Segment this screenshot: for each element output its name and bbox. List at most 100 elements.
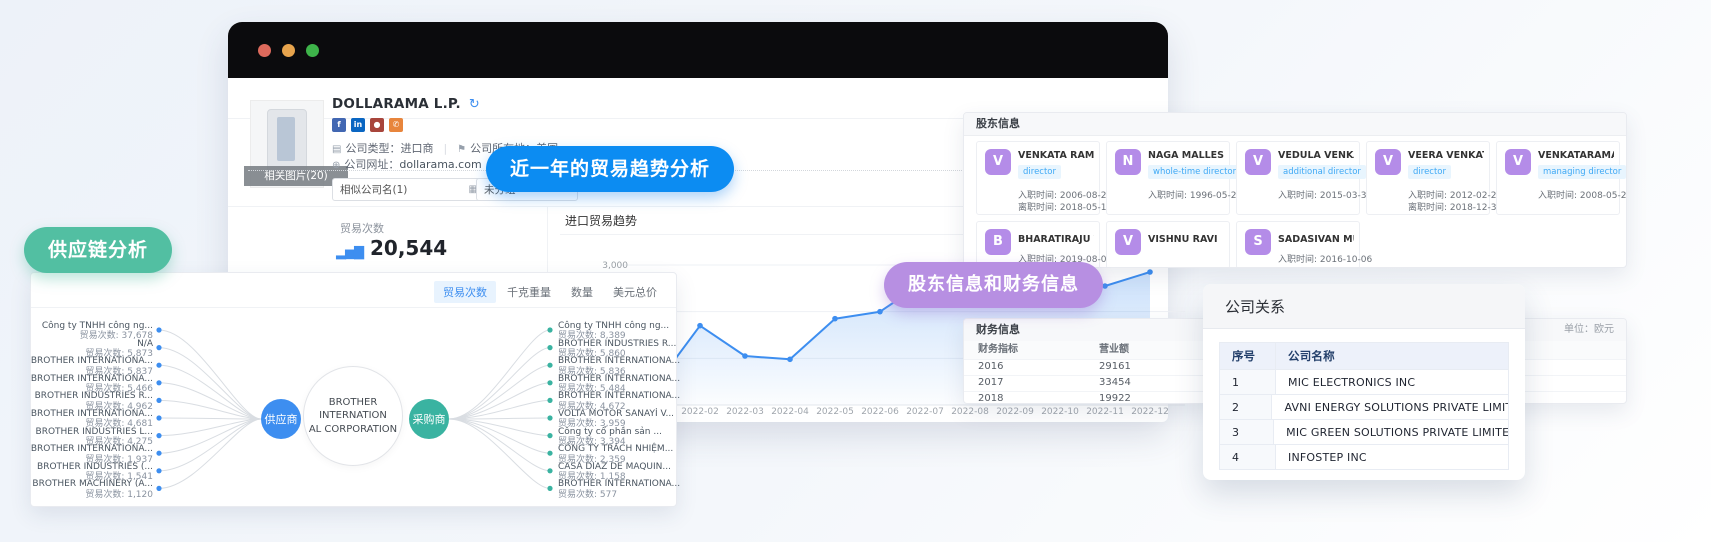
shareholder-name: VISHNU RAVI xyxy=(1148,234,1224,245)
data-point xyxy=(1102,283,1108,289)
avatar: B xyxy=(985,229,1011,255)
relations-header-no: 序号 xyxy=(1220,343,1276,369)
relations-row[interactable]: 4INFOSTEP INC xyxy=(1220,444,1508,469)
relation-no: 3 xyxy=(1220,420,1274,444)
avatar: V xyxy=(1375,149,1401,175)
phone-icon[interactable]: ✆ xyxy=(389,118,403,132)
financial-year: 2018 xyxy=(978,391,1003,404)
product-item-shape xyxy=(277,117,295,161)
relation-company-name: AVNI ENERGY SOLUTIONS PRIVATE LIMITED xyxy=(1272,401,1508,414)
shareholder-card[interactable]: VVEDULA VENKATA RAM...additional directo… xyxy=(1236,141,1360,215)
x-axis-tick: 2022-12 xyxy=(1131,407,1169,417)
company-relations-card: 公司关系 序号公司名称1MIC ELECTRONICS INC2AVNI ENE… xyxy=(1203,284,1525,480)
data-point xyxy=(877,309,883,315)
leave-date: 离职时间: 2018-05-10 xyxy=(1018,200,1112,213)
relations-row[interactable]: 2AVNI ENERGY SOLUTIONS PRIVATE LIMITED xyxy=(1220,394,1508,419)
x-axis-tick: 2022-10 xyxy=(1041,407,1079,417)
company-type-icon: ▤ xyxy=(332,144,341,155)
shareholder-name: NAGA MALLESWARA R... xyxy=(1148,150,1224,161)
avatar: V xyxy=(985,149,1011,175)
relations-title: 公司关系 xyxy=(1203,284,1525,329)
shareholders-panel-header: 股东信息 xyxy=(964,113,1626,136)
supply-chain-badge: 供应链分析 xyxy=(24,227,172,273)
shareholder-card[interactable]: SSADASIVAN MURALIKR...入职时间: 2016-10-06 xyxy=(1236,221,1360,268)
x-axis-tick: 2022-11 xyxy=(1086,407,1124,417)
supplier-node[interactable]: 供应商 xyxy=(261,399,301,439)
relation-company-name: MIC ELECTRONICS INC xyxy=(1276,376,1415,389)
y-axis-tick: 3,000 xyxy=(602,261,628,271)
avatar: S xyxy=(1245,229,1271,255)
data-point xyxy=(742,353,748,359)
relations-header-row: 序号公司名称 xyxy=(1220,343,1508,369)
social-icons-row: fin ● ✆ xyxy=(332,118,403,132)
trade-count-label: 贸易次数 xyxy=(340,220,384,236)
x-axis-tick: 2022-02 xyxy=(681,407,719,417)
window-zoom-button[interactable] xyxy=(306,44,319,57)
join-date: 入职时间: 2008-05-20 xyxy=(1538,188,1627,201)
purchaser-node[interactable]: 采购商 xyxy=(409,399,449,439)
data-point xyxy=(1147,269,1153,275)
x-axis-tick: 2022-07 xyxy=(906,407,944,417)
join-date: 入职时间: 2016-10-06 xyxy=(1278,252,1372,265)
join-date: 入职时间: 1996-05-25 xyxy=(1148,188,1242,201)
relation-no: 2 xyxy=(1220,395,1272,419)
relation-no: 1 xyxy=(1220,370,1276,394)
shareholder-card[interactable]: BBHARATIRAJU VEGIRAJU入职时间: 2019-08-07 xyxy=(976,221,1100,268)
shareholder-name: VENKATARAMANA MAG... xyxy=(1538,150,1614,161)
join-date: 入职时间: 2015-03-31 xyxy=(1278,188,1372,201)
data-point xyxy=(697,323,703,329)
financial-header-revenue: 营业额 xyxy=(1099,341,1129,359)
financial-value: 33454 xyxy=(1099,375,1131,391)
currency-unit-label: 单位：欧元 xyxy=(1564,319,1614,341)
x-axis-tick: 2022-06 xyxy=(861,407,899,417)
relations-table: 序号公司名称1MIC ELECTRONICS INC2AVNI ENERGY S… xyxy=(1219,342,1509,470)
linkedin-icon[interactable]: in xyxy=(351,118,365,132)
center-company-node[interactable]: BROTHER INTERNATIONAL CORPORATION xyxy=(303,366,403,466)
financial-value: 19922 xyxy=(1099,391,1131,404)
shareholder-name: VEERA VENKATA SATYA... xyxy=(1408,150,1484,161)
company-name: DOLLARAMA L.P.↻ xyxy=(332,96,480,112)
shareholder-card[interactable]: VVISHNU RAVI xyxy=(1106,221,1230,268)
trade-count-value: 20,544 xyxy=(370,236,447,260)
role-badge: director xyxy=(1018,165,1061,179)
relations-row[interactable]: 1MIC ELECTRONICS INC xyxy=(1220,369,1508,394)
financial-value: 29161 xyxy=(1099,359,1131,375)
role-badge: managing director xyxy=(1538,165,1626,179)
location-icon: ⚑ xyxy=(457,144,466,155)
x-axis-tick: 2022-05 xyxy=(816,407,854,417)
shareholder-card[interactable]: VVEERA VENKATA SATYA...director入职时间: 201… xyxy=(1366,141,1490,215)
financial-header-indicator: 财务指标 xyxy=(978,341,1018,359)
relation-company-name: MIC GREEN SOLUTIONS PRIVATE LIMITED xyxy=(1274,426,1508,439)
x-axis-tick: 2022-08 xyxy=(951,407,989,417)
avatar: N xyxy=(1115,149,1141,175)
facebook-icon[interactable]: f xyxy=(332,118,346,132)
window-close-button[interactable] xyxy=(258,44,271,57)
financial-year: 2016 xyxy=(978,359,1003,375)
window-minimize-button[interactable] xyxy=(282,44,295,57)
shareholder-name: VEDULA VENKATA RAM... xyxy=(1278,150,1354,161)
financial-year: 2017 xyxy=(978,375,1003,391)
refresh-icon[interactable]: ↻ xyxy=(469,97,480,112)
avatar: V xyxy=(1505,149,1531,175)
relations-row[interactable]: 3MIC GREEN SOLUTIONS PRIVATE LIMITED xyxy=(1220,419,1508,444)
similar-company-dropdown[interactable]: 相似公司名(1)▦ xyxy=(332,178,486,201)
purchaser-item[interactable]: BROTHER INTERNATIONA...贸易次数: 577 xyxy=(558,479,680,500)
x-axis-tick: 2022-03 xyxy=(726,407,764,417)
shareholder-name: SADASIVAN MURALIKR... xyxy=(1278,234,1354,245)
trade-trend-badge: 近一年的贸易趋势分析 xyxy=(486,146,734,192)
role-badge: additional director xyxy=(1278,165,1366,179)
role-badge: whole-time director xyxy=(1148,165,1241,179)
shareholder-card[interactable]: NNAGA MALLESWARA R...whole-time director… xyxy=(1106,141,1230,215)
relations-header-name: 公司名称 xyxy=(1276,348,1335,364)
leave-date: 离职时间: 2018-12-31 xyxy=(1408,200,1502,213)
browser-titlebar xyxy=(228,22,1168,78)
bar-chart-icon: ▂▅▇ xyxy=(336,245,363,260)
shareholder-finance-badge: 股东信息和财务信息 xyxy=(884,262,1103,308)
avatar: V xyxy=(1245,149,1271,175)
relation-company-name: INFOSTEP INC xyxy=(1276,451,1367,464)
shareholder-card[interactable]: VVENKATA RAM ATLURIdirector入职时间: 2006-08… xyxy=(976,141,1100,215)
pinterest-icon[interactable]: ● xyxy=(370,118,384,132)
supplier-item[interactable]: BROTHER MACHINERY (A...贸易次数: 1,120 xyxy=(32,479,153,500)
shareholder-name: BHARATIRAJU VEGIRAJU xyxy=(1018,234,1094,245)
shareholder-card[interactable]: VVENKATARAMANA MAG...managing director入职… xyxy=(1496,141,1620,215)
